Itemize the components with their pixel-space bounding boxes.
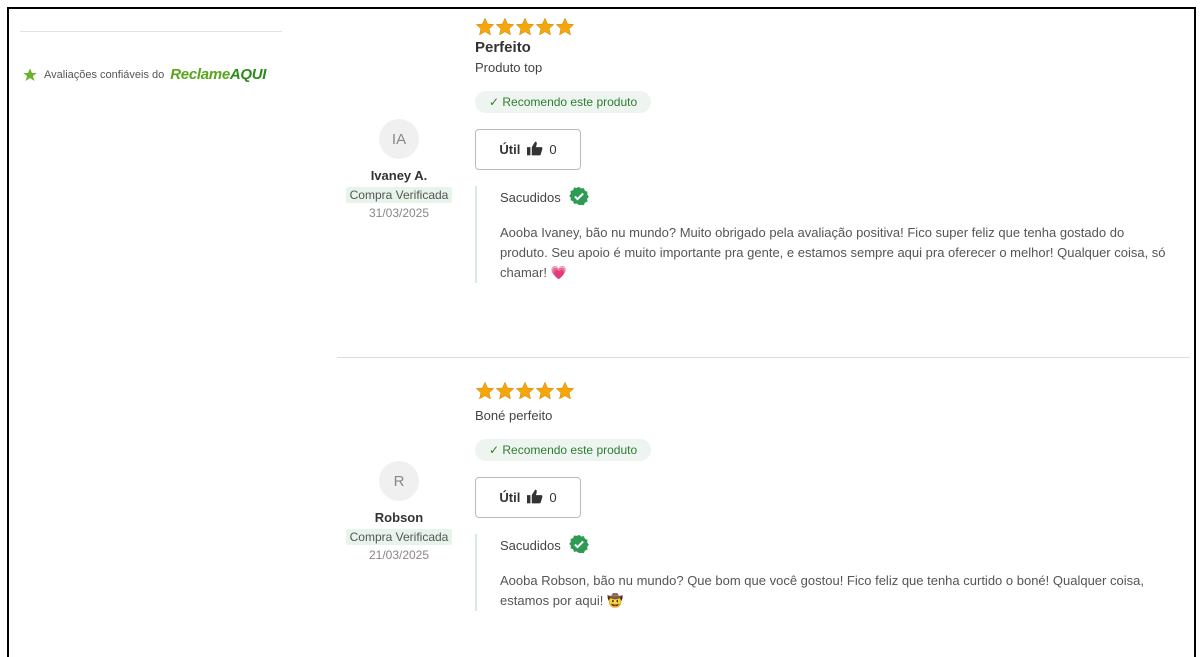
reply-author: Sacudidos <box>500 538 561 553</box>
author-name: Ivaney A. <box>370 168 428 183</box>
verified-badge: Compra Verificada <box>345 529 453 545</box>
reply-text: Aooba Ivaney, bão nu mundo? Muito obriga… <box>500 225 1166 280</box>
verified-check-icon <box>568 186 589 209</box>
review-body: Produto top <box>475 60 543 75</box>
reclame-aqui-logo: ReclameAQUI <box>170 66 267 83</box>
useful-count: 0 <box>549 490 557 505</box>
review-author: IA Ivaney A. Compra Verificada 31/03/202… <box>337 119 461 220</box>
review-author: R Robson Compra Verificada 21/03/2025 <box>337 461 461 562</box>
useful-button[interactable]: Útil 0 <box>475 477 581 518</box>
author-name: Robson <box>374 510 424 525</box>
star-icon <box>22 67 38 83</box>
avatar: R <box>379 461 419 501</box>
star-icon <box>515 17 535 37</box>
star-icon <box>515 381 535 401</box>
reclame-aqui-badge[interactable]: Avaliações confiáveis do ReclameAQUI <box>22 66 266 83</box>
verified-check-icon <box>568 534 589 557</box>
star-icon <box>495 17 515 37</box>
useful-label: Útil <box>499 142 521 157</box>
recommend-badge: ✓ Recomendo este produto <box>475 91 652 113</box>
review-date: 31/03/2025 <box>368 206 430 220</box>
star-rating <box>475 17 1190 37</box>
sidebar-divider <box>20 31 282 32</box>
review-title: Perfeito <box>475 39 531 56</box>
review-body: Boné perfeito <box>475 408 553 423</box>
reply-author: Sacudidos <box>500 190 561 205</box>
badge-text: Avaliações confiáveis do <box>44 68 165 81</box>
seller-reply: Sacudidos Aooba Ivaney, bão nu mundo? Mu… <box>475 186 1190 283</box>
useful-count: 0 <box>549 142 557 157</box>
review-content: Perfeito Produto top ✓ Recomendo este pr… <box>475 17 1190 283</box>
recommend-badge: ✓ Recomendo este produto <box>475 439 652 461</box>
star-icon <box>495 381 515 401</box>
useful-button[interactable]: Útil 0 <box>475 129 581 170</box>
reply-text: Aooba Robson, bão nu mundo? Que bom que … <box>500 573 1144 608</box>
avatar: IA <box>379 119 419 159</box>
review-item: R Robson Compra Verificada 21/03/2025 Bo… <box>337 381 1190 646</box>
verified-badge: Compra Verificada <box>345 187 453 203</box>
star-icon <box>535 17 555 37</box>
star-icon <box>535 381 555 401</box>
review-divider <box>337 357 1190 358</box>
star-rating <box>475 381 1190 401</box>
star-icon <box>555 17 575 37</box>
thumbs-up-icon <box>526 489 543 507</box>
star-icon <box>475 381 495 401</box>
review-item: IA Ivaney A. Compra Verificada 31/03/202… <box>337 17 1190 347</box>
thumbs-up-icon <box>526 141 543 159</box>
seller-reply: Sacudidos Aooba Robson, bão nu mundo? Qu… <box>475 534 1190 611</box>
review-content: Boné perfeito ✓ Recomendo este produto Ú… <box>475 381 1190 611</box>
useful-label: Útil <box>499 490 521 505</box>
star-icon <box>475 17 495 37</box>
star-icon <box>555 381 575 401</box>
review-date: 21/03/2025 <box>368 548 430 562</box>
